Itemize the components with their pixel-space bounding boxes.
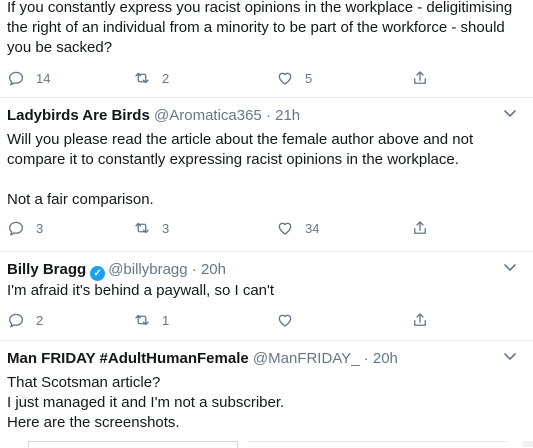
author-handle-time[interactable]: @ManFRIDAY_ · 20h bbox=[253, 350, 398, 367]
retweet-count: 2 bbox=[162, 70, 170, 86]
chevron-down-icon[interactable] bbox=[504, 110, 516, 118]
share-button[interactable] bbox=[411, 218, 429, 238]
like-icon bbox=[276, 69, 294, 87]
reply-button[interactable]: 3 bbox=[7, 218, 43, 238]
share-icon bbox=[411, 69, 429, 87]
reply-count: 2 bbox=[36, 312, 44, 328]
tweet-actions: 3 3 34 bbox=[0, 218, 533, 238]
author-name[interactable]: Ladybirds Are Birds bbox=[7, 107, 150, 124]
tweet-text: That Scotsman article? I just managed it… bbox=[7, 374, 285, 431]
like-button[interactable] bbox=[276, 310, 305, 330]
reply-count: 14 bbox=[36, 70, 51, 86]
reply-icon bbox=[7, 219, 25, 237]
tweet-header: Billy Bragg ✓ @billybragg · 20h bbox=[7, 260, 226, 281]
tweet-2[interactable]: Ladybirds Are Birds @Aromatica365 · 21h … bbox=[0, 98, 533, 251]
tweet-1[interactable]: If you constantly express you racist opi… bbox=[0, 0, 533, 97]
author-handle-time[interactable]: @Aromatica365 · 21h bbox=[154, 107, 300, 124]
share-icon bbox=[411, 311, 429, 329]
retweet-icon bbox=[133, 311, 151, 329]
author-handle-time[interactable]: @billybragg · 20h bbox=[108, 261, 226, 278]
like-icon bbox=[276, 219, 294, 237]
retweet-button[interactable]: 1 bbox=[133, 310, 169, 330]
tweet-4[interactable]: Man FRIDAY #AdultHumanFemale @ManFRIDAY_… bbox=[0, 341, 533, 447]
retweet-icon bbox=[133, 69, 151, 87]
reply-icon bbox=[7, 311, 25, 329]
like-count: 5 bbox=[305, 70, 313, 86]
reply-button[interactable]: 2 bbox=[7, 310, 43, 330]
reply-button[interactable]: 14 bbox=[7, 68, 50, 88]
chevron-down-icon[interactable] bbox=[504, 264, 516, 272]
tweet-text: If you constantly express you racist opi… bbox=[7, 0, 517, 56]
retweet-button[interactable]: 2 bbox=[133, 68, 169, 88]
scrollbar[interactable] bbox=[523, 441, 533, 447]
tweet-header: Ladybirds Are Birds @Aromatica365 · 21h bbox=[7, 106, 300, 126]
retweet-icon bbox=[133, 219, 151, 237]
tweet-text: I'm afraid it's behind a paywall, so I c… bbox=[7, 282, 275, 299]
tweet-header: Man FRIDAY #AdultHumanFemale @ManFRIDAY_… bbox=[7, 349, 398, 369]
share-button[interactable] bbox=[411, 310, 429, 330]
reply-count: 3 bbox=[36, 220, 44, 236]
share-button[interactable] bbox=[411, 68, 429, 88]
tweet-text: Will you please read the article about t… bbox=[7, 131, 474, 208]
reply-icon bbox=[7, 69, 25, 87]
retweet-count: 3 bbox=[162, 220, 170, 236]
retweet-button[interactable]: 3 bbox=[133, 218, 169, 238]
like-count: 34 bbox=[305, 220, 320, 236]
share-icon bbox=[411, 219, 429, 237]
retweet-count: 1 bbox=[162, 312, 170, 328]
author-name[interactable]: Billy Bragg bbox=[7, 261, 86, 278]
tweet-actions: 2 1 bbox=[0, 310, 533, 330]
like-button[interactable]: 5 bbox=[276, 68, 312, 88]
tweet-actions: 14 2 5 bbox=[0, 68, 533, 88]
tweet-3[interactable]: Billy Bragg ✓ @billybragg · 20h I'm afraid… bbox=[0, 252, 533, 340]
like-icon bbox=[276, 311, 294, 329]
chevron-down-icon[interactable] bbox=[504, 353, 516, 361]
verified-icon: ✓ bbox=[90, 266, 106, 281]
author-name[interactable]: Man FRIDAY #AdultHumanFemale bbox=[7, 350, 249, 367]
like-button[interactable]: 34 bbox=[276, 218, 319, 238]
